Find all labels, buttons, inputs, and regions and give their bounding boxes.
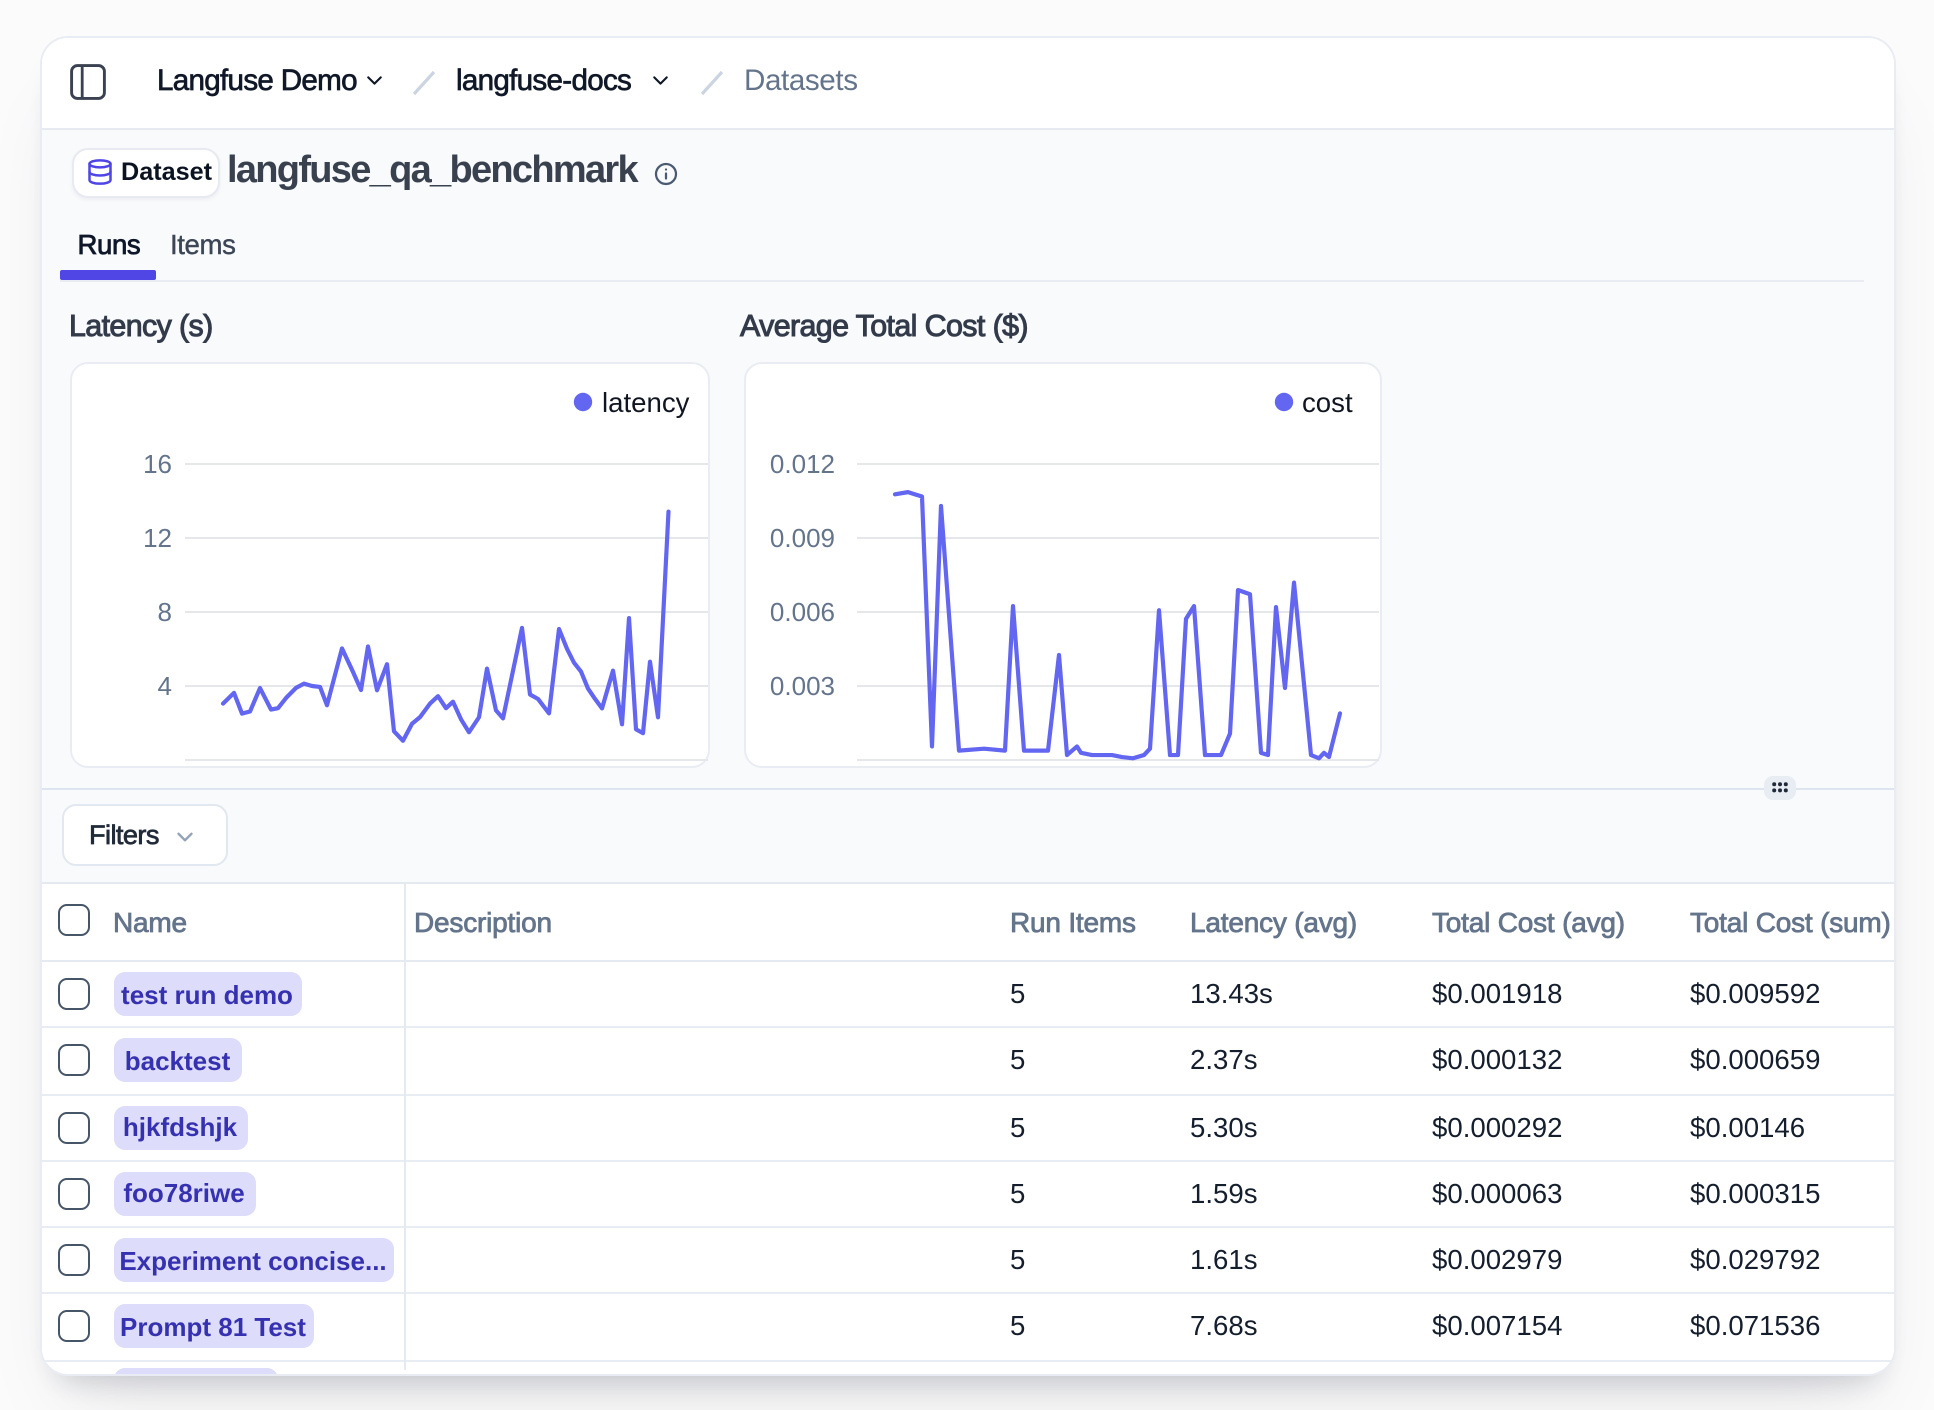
- svg-text:12: 12: [143, 523, 172, 553]
- svg-text:16: 16: [143, 449, 172, 479]
- svg-text:0.006: 0.006: [770, 597, 835, 627]
- svg-text:0.003: 0.003: [770, 671, 835, 701]
- svg-text:cost: cost: [1302, 387, 1353, 418]
- svg-text:8: 8: [158, 597, 172, 627]
- svg-text:0.012: 0.012: [770, 449, 835, 479]
- svg-text:4: 4: [158, 671, 172, 701]
- svg-text:latency: latency: [602, 387, 690, 418]
- svg-text:0.009: 0.009: [770, 523, 835, 553]
